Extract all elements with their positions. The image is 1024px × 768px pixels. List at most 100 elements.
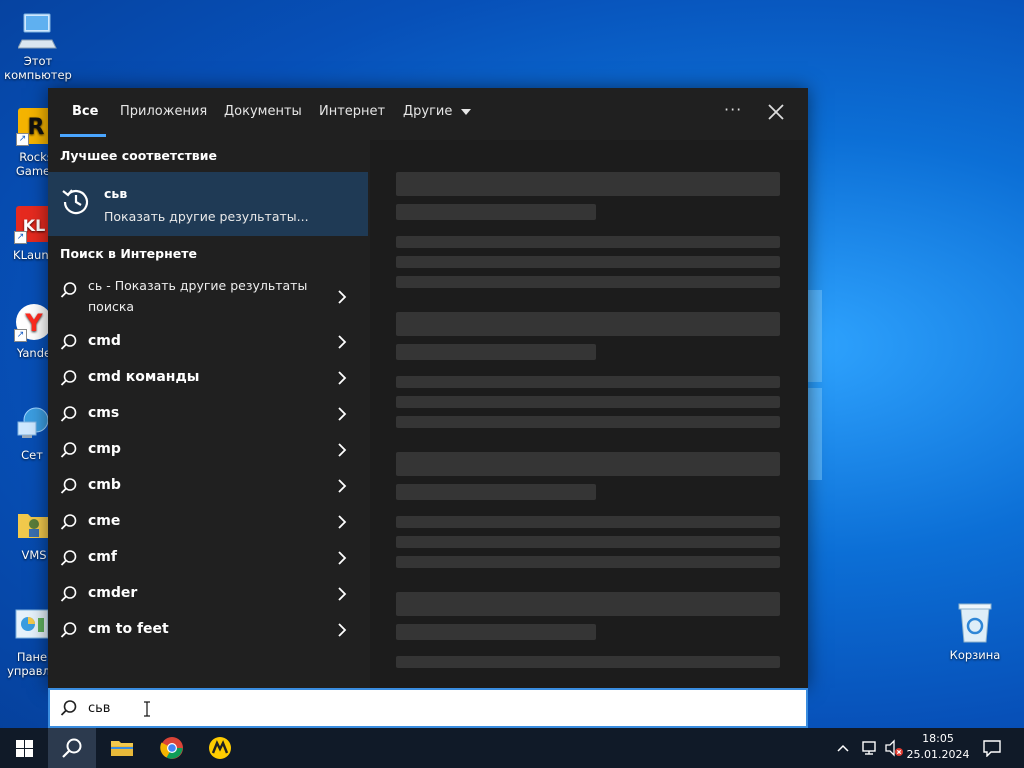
taskbar: 18:05 25.01.2024 (0, 728, 1024, 768)
tab-all[interactable]: Все (72, 104, 98, 119)
svg-text:Y: Y (24, 309, 43, 337)
chevron-right-icon (338, 479, 347, 493)
best-match-heading: Лучшее соответствие (60, 148, 217, 163)
chevron-right-icon (338, 335, 347, 349)
shortcut-arrow-icon: ↗ (16, 133, 29, 146)
active-tab-indicator (60, 134, 106, 137)
web-result-item[interactable]: cmb (48, 468, 368, 504)
taskbar-yandex-button[interactable] (196, 728, 244, 768)
chrome-icon (160, 737, 183, 759)
chevron-right-icon (338, 443, 347, 457)
skeleton-block (396, 376, 780, 388)
chevron-right-icon (338, 623, 347, 637)
tab-apps[interactable]: Приложения (120, 104, 207, 119)
skeleton-block (396, 556, 780, 568)
network-icon (12, 404, 52, 444)
recycle-bin-label: Корзина (949, 648, 1001, 662)
web-result-label: cms (88, 405, 120, 421)
show-hidden-icons-chevron[interactable] (836, 741, 850, 755)
desktop-icon-label: Этот компьютер (4, 54, 72, 82)
skeleton-block (396, 536, 780, 548)
search-icon (60, 406, 77, 422)
search-icon (60, 370, 77, 386)
skeleton-block (396, 204, 596, 220)
chevron-down-icon (460, 108, 471, 115)
web-result-label: cme (88, 513, 121, 529)
clock-time: 18:05 (922, 732, 954, 745)
start-button[interactable] (0, 728, 48, 768)
skeleton-block (396, 656, 780, 668)
search-icon (60, 622, 77, 638)
web-result-label: cmb (88, 477, 121, 493)
shortcut-arrow-icon: ↗ (14, 231, 27, 244)
notifications-icon[interactable] (982, 739, 1002, 757)
skeleton-block (396, 344, 596, 360)
wallpaper-light-beam (808, 290, 822, 382)
tab-other[interactable]: Другие (403, 104, 471, 119)
best-match-item[interactable]: сьв Показать другие результаты... (48, 172, 368, 236)
web-result-label: cmd команды (88, 369, 200, 385)
skeleton-block (396, 484, 596, 500)
shortcut-arrow-icon: ↗ (14, 329, 27, 342)
web-result-item[interactable]: cmp (48, 432, 368, 468)
search-tabs: Все Приложения Документы Интернет Другие… (48, 88, 808, 140)
chevron-right-icon (338, 515, 347, 529)
preview-pane-loading (370, 140, 808, 688)
clock[interactable]: 18:05 25.01.2024 (900, 731, 976, 763)
skeleton-block (396, 416, 780, 428)
windows-logo-icon (16, 740, 33, 757)
web-result-label: cmf (88, 549, 117, 565)
web-result-label: сь - Показать другие результаты поиска (88, 278, 308, 314)
taskbar-chrome-button[interactable] (148, 728, 196, 768)
web-result-item[interactable]: cm to feet (48, 612, 368, 648)
tab-internet[interactable]: Интернет (319, 104, 385, 119)
search-input-value: сьв (88, 701, 111, 716)
web-result-item[interactable]: cms (48, 396, 368, 432)
web-result-item[interactable]: сь - Показать другие результаты поиска (48, 272, 368, 322)
yandex-market-icon (209, 737, 231, 759)
skeleton-block (396, 516, 780, 528)
taskbar-explorer-button[interactable] (98, 728, 146, 768)
control-panel-icon (12, 606, 52, 646)
chevron-right-icon (338, 587, 347, 601)
web-result-label: cmder (88, 585, 138, 601)
skeleton-block (396, 452, 780, 476)
search-icon (60, 550, 77, 566)
skeleton-block (396, 256, 780, 268)
tab-documents[interactable]: Документы (224, 104, 302, 119)
web-result-item[interactable]: cmd команды (48, 360, 368, 396)
recycle-bin-icon (955, 600, 995, 644)
skeleton-block (396, 172, 780, 196)
best-match-title: сьв (104, 186, 128, 201)
skeleton-block (396, 276, 780, 288)
search-icon (60, 282, 77, 298)
search-icon (60, 334, 77, 350)
file-explorer-icon (111, 741, 133, 756)
more-options-button[interactable]: ··· (724, 100, 742, 119)
chevron-right-icon (338, 290, 347, 304)
network-icon[interactable] (860, 739, 878, 757)
taskbar-search-button[interactable] (48, 728, 96, 768)
computer-icon (17, 10, 58, 50)
web-result-item[interactable]: cmder (48, 576, 368, 612)
svg-text:R: R (28, 115, 45, 140)
close-icon[interactable] (764, 100, 788, 124)
web-search-heading: Поиск в Интернете (60, 246, 197, 261)
desktop-icon-recycle-bin[interactable]: Корзина (936, 600, 1014, 662)
search-icon (60, 514, 77, 530)
search-panel: Все Приложения Документы Интернет Другие… (48, 88, 808, 688)
web-result-label: cmp (88, 441, 121, 457)
desktop-icon-this-pc[interactable]: Этот компьютер (0, 10, 76, 82)
search-icon (60, 700, 77, 716)
skeleton-block (396, 624, 596, 640)
search-icon (60, 586, 77, 602)
web-result-label: cm to feet (88, 621, 169, 637)
text-cursor-icon (144, 701, 150, 717)
skeleton-block (396, 396, 780, 408)
web-result-item[interactable]: cmd (48, 324, 368, 360)
skeleton-block (396, 236, 780, 248)
search-input[interactable]: сьв (48, 688, 808, 728)
web-result-item[interactable]: cme (48, 504, 368, 540)
clock-date: 25.01.2024 (906, 748, 970, 761)
web-result-item[interactable]: cmf (48, 540, 368, 576)
